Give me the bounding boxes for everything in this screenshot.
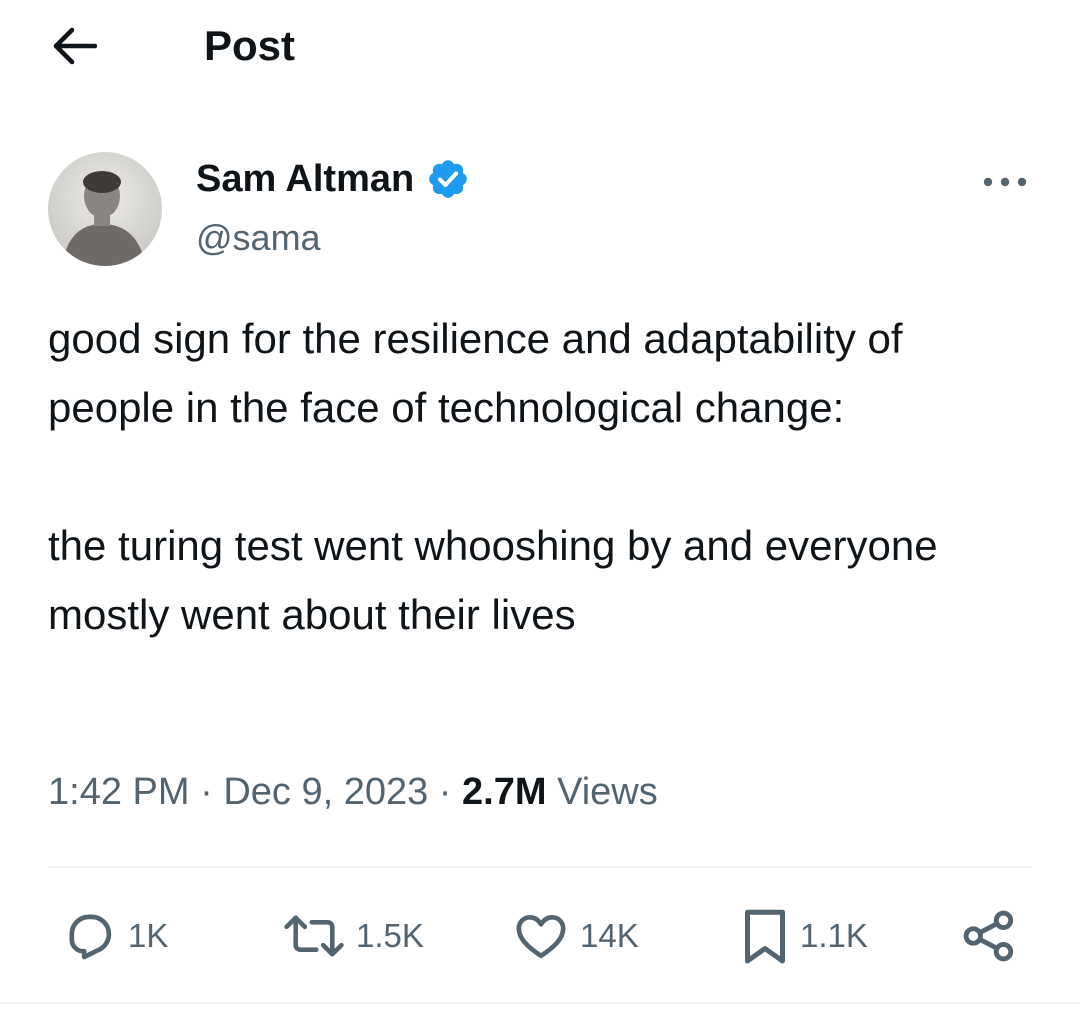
tweet-time[interactable]: 1:42 PM [48,771,190,813]
meta-separator: · [438,771,452,813]
bookmark-button[interactable]: 1.1K [740,906,868,966]
heart-icon [516,915,566,959]
reply-count: 1K [128,917,169,954]
repost-button[interactable]: 1.5K [282,906,424,966]
author-name[interactable]: Sam Altman [196,156,470,202]
bookmark-icon [745,909,785,964]
tweet-date[interactable]: Dec 9, 2023 [223,771,428,813]
like-button[interactable]: 14K [512,906,639,966]
more-horizontal-icon [983,177,1027,187]
repost-count: 1.5K [356,917,424,954]
bookmark-count: 1.1K [800,917,868,954]
reply-button[interactable]: 1K [62,906,168,966]
tweet-paragraph: good sign for the resilience and adaptab… [48,315,903,431]
meta-separator: · [200,771,213,813]
reply-icon [69,914,112,960]
divider [48,866,1032,868]
tweet-text: good sign for the resilience and adaptab… [48,304,1038,649]
repost-icon [284,915,344,957]
back-button[interactable] [44,18,104,74]
share-button[interactable] [960,906,1018,966]
author-handle[interactable]: @sama [196,216,321,260]
share-icon [963,910,1014,962]
views-count[interactable]: 2.7M [462,771,546,813]
avatar[interactable] [48,152,162,266]
tweet-paragraph: the turing test went whooshing by and ev… [48,522,938,638]
author-name-text: Sam Altman [196,158,415,200]
more-options-button[interactable] [970,160,1040,204]
views-label: Views [557,771,658,813]
page-title: Post [204,22,296,69]
verified-badge-icon [426,157,470,201]
like-count: 14K [580,917,639,954]
divider [0,1002,1080,1004]
arrow-left-icon [53,27,97,65]
tweet-meta: 1:42 PM · Dec 9, 2023 · 2.7M Views [48,766,658,818]
